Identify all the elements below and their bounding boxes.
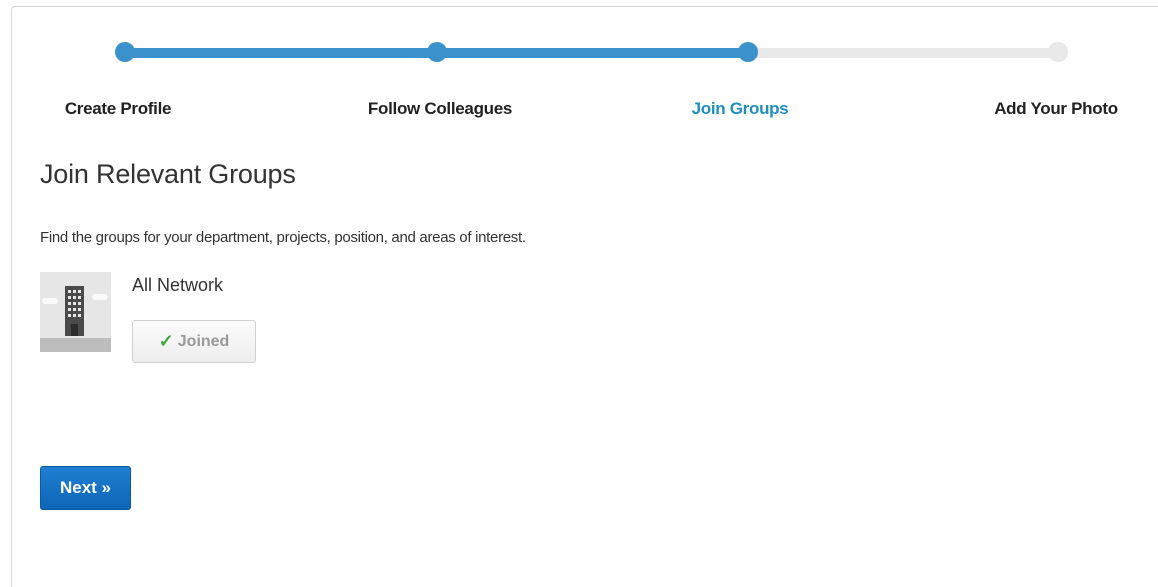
page-title: Join Relevant Groups (40, 159, 296, 189)
building-icon (65, 286, 84, 336)
group-name[interactable]: All Network (132, 275, 223, 296)
step-dot-add-photo (1048, 42, 1068, 62)
step-label-add-photo: Add Your Photo (994, 99, 1118, 118)
step-dot-create-profile (115, 42, 135, 62)
step-dot-join-groups (738, 42, 758, 62)
joined-button-label: Joined (177, 332, 230, 350)
joined-button[interactable]: ✓ Joined (132, 320, 256, 363)
step-label-join-groups: Join Groups (691, 99, 789, 118)
page-description: Find the groups for your department, pro… (40, 229, 526, 246)
group-image[interactable] (40, 272, 111, 352)
next-button[interactable]: Next » (40, 466, 131, 510)
onboarding-panel (11, 6, 1158, 587)
step-label-create-profile: Create Profile (64, 99, 172, 118)
checkmark-icon: ✓ (158, 331, 174, 351)
step-label-follow-colleagues: Follow Colleagues (367, 99, 513, 118)
step-dot-follow-colleagues (427, 42, 447, 62)
